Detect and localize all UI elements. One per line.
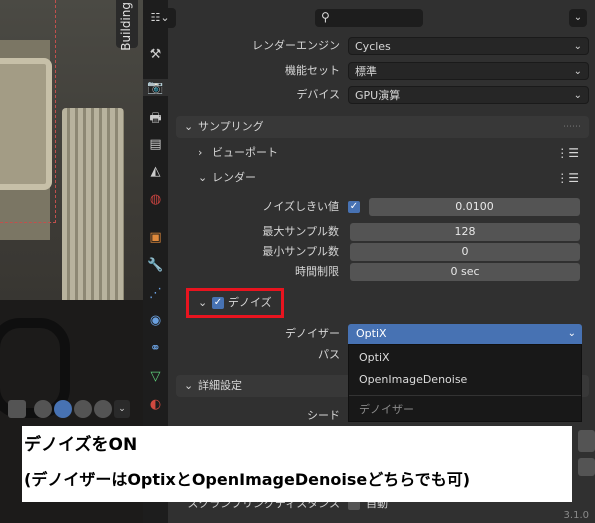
particles-tab-icon[interactable]: ⋰ xyxy=(147,285,164,302)
seed-field[interactable] xyxy=(578,430,595,452)
view-layer-tab-icon[interactable]: ▤ xyxy=(147,136,164,153)
max-samples-row: 最大サンプル数 128 xyxy=(168,222,595,242)
feature-set-value: 標準 xyxy=(355,65,377,78)
scene-tab-icon[interactable]: ◭ xyxy=(147,163,164,180)
properties-header: ☷⌄ ⚲ ⌄ xyxy=(144,0,595,36)
tab-label: Building xyxy=(119,2,133,51)
feature-set-label: 機能セット xyxy=(285,64,340,77)
seed-label: シード xyxy=(307,409,340,422)
render-tab-icon[interactable]: 📷 xyxy=(143,79,168,96)
device-row: デバイス GPU演算 ⌄ xyxy=(168,85,595,105)
passes-label: パス xyxy=(318,348,340,361)
overlay-toggle-icon[interactable] xyxy=(8,400,26,418)
shading-dropdown-icon[interactable]: ⌄ xyxy=(114,400,130,418)
max-samples-label: 最大サンプル数 xyxy=(262,225,339,238)
seed-dice-button[interactable] xyxy=(578,458,595,476)
world-tab-icon[interactable]: ◍ xyxy=(147,191,164,208)
time-limit-label: 時間制限 xyxy=(295,265,339,278)
noise-threshold-label: ノイズしきい値 xyxy=(262,200,339,213)
render-engine-label: レンダーエンジン xyxy=(252,39,340,52)
rendered-shading-icon[interactable] xyxy=(94,400,112,418)
modifier-tab-icon[interactable]: 🔧 xyxy=(147,257,164,274)
editor-type-dropdown[interactable]: ☷⌄ xyxy=(144,8,176,28)
material-tab-icon[interactable]: ◐ xyxy=(147,396,164,413)
annotation-line-2: (デノイザーはOptixとOpenImageDenoiseどちらでも可) xyxy=(24,470,471,489)
denoiser-option-oidn[interactable]: OpenImageDenoise xyxy=(359,369,467,391)
viewport-subsection-header[interactable]: › ビューポート ⋮☰ xyxy=(188,142,583,164)
chevron-down-icon: ⌄ xyxy=(567,328,576,339)
viewport-shading-toolbar: ⌄ xyxy=(8,400,136,420)
tool-tab-icon[interactable]: ⚒ xyxy=(147,46,164,63)
wireframe-shading-icon[interactable] xyxy=(34,400,52,418)
min-samples-row: 最小サンプル数 0 xyxy=(168,242,595,262)
advanced-title: 詳細設定 xyxy=(198,379,242,392)
device-value: GPU演算 xyxy=(355,89,401,102)
sampling-section-header[interactable]: ⌄ サンプリング ⋯⋯ xyxy=(176,116,589,138)
denoiser-select[interactable]: OptiX ⌄ xyxy=(348,324,582,344)
render-subsection-title: レンダー xyxy=(212,171,256,184)
annotation-line-1: デノイズをON xyxy=(24,435,138,455)
search-icon: ⚲ xyxy=(321,10,330,24)
output-tab-icon[interactable]: 🖶 xyxy=(147,110,164,127)
camera-bounds xyxy=(0,0,56,223)
noise-threshold-checkbox[interactable]: ✓ xyxy=(348,201,360,213)
render-engine-row: レンダーエンジン Cycles ⌄ xyxy=(168,36,595,56)
render-engine-value: Cycles xyxy=(355,40,391,53)
max-samples-field[interactable]: 128 xyxy=(350,223,580,241)
constraints-tab-icon[interactable]: ⚭ xyxy=(147,340,164,357)
version-label: 3.1.0 xyxy=(563,510,589,521)
solid-shading-icon[interactable] xyxy=(54,400,72,418)
annotation-note: デノイズをON (デノイザーはOptixとOpenImageDenoiseどちら… xyxy=(22,426,572,502)
chevron-down-icon: ⌄ xyxy=(573,90,582,101)
chevron-down-icon: ⌄ xyxy=(573,66,582,77)
denoiser-option-optix[interactable]: OptiX xyxy=(359,347,390,369)
min-samples-field[interactable]: 0 xyxy=(350,243,580,261)
preset-list-icon[interactable]: ⋮☰ xyxy=(556,167,579,189)
sidebar-tab-building[interactable]: Building xyxy=(116,0,138,51)
chevron-down-icon: ⌄ xyxy=(184,379,194,392)
render-engine-select[interactable]: Cycles ⌄ xyxy=(348,37,589,55)
time-limit-row: 時間制限 0 sec xyxy=(168,262,595,282)
min-samples-label: 最小サンプル数 xyxy=(262,245,339,258)
chevron-down-icon: ⌄ xyxy=(198,171,208,184)
denoise-highlight-box xyxy=(186,288,284,318)
object-tab-icon[interactable]: ▣ xyxy=(147,229,164,246)
viewport-subsection-title: ビューポート xyxy=(212,146,278,159)
time-limit-field[interactable]: 0 sec xyxy=(350,263,580,281)
denoiser-label: デノイザー xyxy=(285,327,340,340)
feature-set-row: 機能セット 標準 ⌄ xyxy=(168,61,595,81)
data-tab-icon[interactable]: ▽ xyxy=(147,368,164,385)
drag-handle-icon[interactable]: ⋯⋯ xyxy=(563,116,581,138)
denoiser-dropdown-menu: OptiX OpenImageDenoise デノイザー xyxy=(348,344,582,422)
noise-threshold-field[interactable]: 0.0100 xyxy=(369,198,580,216)
denoiser-menu-title: デノイザー xyxy=(359,403,414,416)
menu-separator xyxy=(349,395,581,396)
physics-tab-icon[interactable]: ◉ xyxy=(147,312,164,329)
chevron-down-icon: ⌄ xyxy=(573,12,583,23)
material-preview-icon[interactable] xyxy=(74,400,92,418)
render-subsection-header[interactable]: ⌄ レンダー ⋮☰ xyxy=(188,167,583,189)
denoiser-value: OptiX xyxy=(356,327,387,340)
options-dropdown[interactable]: ⌄ xyxy=(569,9,587,27)
chevron-right-icon: › xyxy=(198,146,203,159)
device-label: デバイス xyxy=(296,88,340,101)
feature-set-select[interactable]: 標準 ⌄ xyxy=(348,62,589,80)
chevron-down-icon: ⌄ xyxy=(573,41,582,52)
chevron-down-icon: ⌄ xyxy=(184,120,194,133)
noise-threshold-row: ノイズしきい値 ✓ 0.0100 xyxy=(168,197,595,217)
properties-editor-icon: ☷⌄ xyxy=(150,11,170,24)
device-select[interactable]: GPU演算 ⌄ xyxy=(348,86,589,104)
preset-list-icon[interactable]: ⋮☰ xyxy=(556,142,579,164)
search-input[interactable]: ⚲ xyxy=(315,9,423,27)
sampling-title: サンプリング xyxy=(198,120,264,133)
